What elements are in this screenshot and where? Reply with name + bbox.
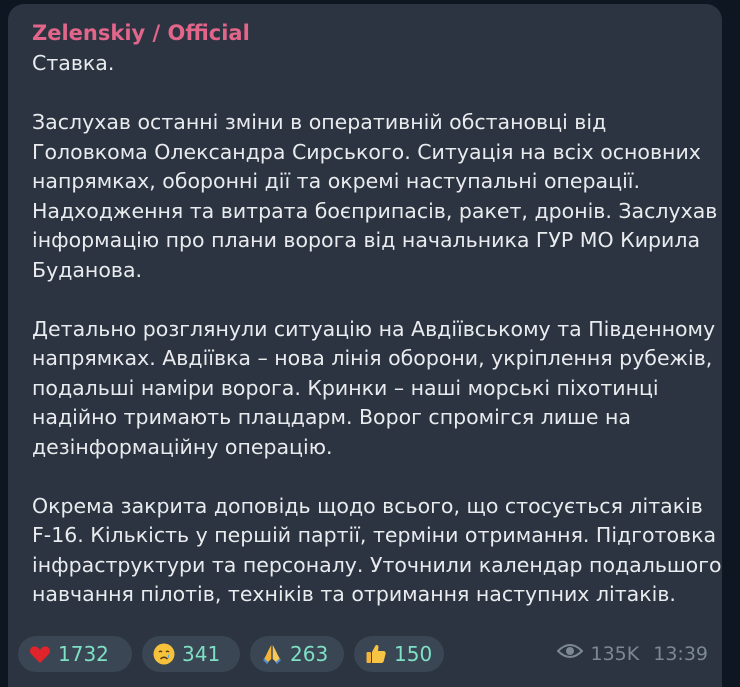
text-line: Надходження та витрата боєприпасів, раке… [32,198,718,223]
text-line: Ставка. [32,51,115,75]
text-line: Окрема закрита доповідь щодо всього, що … [32,493,703,518]
text-line: подальші наміри ворога. Кринки – наші мо… [32,375,659,400]
text-line: дезінформаційну операцію. [32,434,333,459]
text-line: F-16. Кількість у першій партії, терміни… [32,523,717,547]
text-line: напрямках. Авдіївка – нова лінія оборони… [32,346,713,370]
crying-face-icon [152,642,176,666]
channel-author-name[interactable]: Zelenskiy / Official [32,20,708,47]
text-line: надійно тримають плацдарм. Ворог спроміг… [32,405,631,429]
reaction-crying-face[interactable]: 341 [142,636,240,672]
reaction-count: 263 [290,642,329,666]
text-line: Головкома Олександра Сирського. Ситуація… [32,139,701,164]
paragraph: Детально розглянули ситуацію на Авдіївсь… [32,315,716,463]
heart-icon [28,642,52,666]
text-line: напрямках, оборонні дії та окремі наступ… [32,169,640,193]
message-bubble: Zelenskiy / Official Ставка. Заслухав ос… [8,4,722,687]
reaction-count: 341 [182,642,221,666]
text-line: Буданова. [32,257,143,282]
praying-hands-icon [260,642,284,666]
text-line: інформацію про плани ворога від начальни… [32,228,701,252]
text-line: інфраструктури та персоналу. Уточнили ка… [32,552,722,577]
message-meta: 135K 13:39 [556,642,708,665]
message-time: 13:39 [653,642,708,665]
views-count: 135K [590,642,640,665]
paragraph: Окрема закрита доповідь щодо всього, що … [32,492,722,610]
reaction-heart[interactable]: 1732 [18,636,132,672]
text-line: Заслухав останні зміни в оперативній обс… [32,110,607,134]
text-line: Детально розглянули ситуацію на Авдіївсь… [32,316,716,341]
reaction-count: 1732 [58,642,109,666]
reaction-count: 150 [394,642,433,666]
eye-icon [556,642,583,665]
reaction-praying-hands[interactable]: 263 [250,636,344,672]
message-text: Ставка. Заслухав останні зміни в операти… [32,49,722,610]
text-line: навчання пілотів, техніків та отримання … [32,582,676,606]
message-footer: 1732 341 263 150 135K 13:39 [18,632,708,676]
paragraph: Заслухав останні зміни в оперативній обс… [32,108,718,285]
paragraph: Ставка. [32,49,708,79]
reaction-thumbs-up[interactable]: 150 [354,636,444,672]
thumbs-up-icon [364,642,388,666]
